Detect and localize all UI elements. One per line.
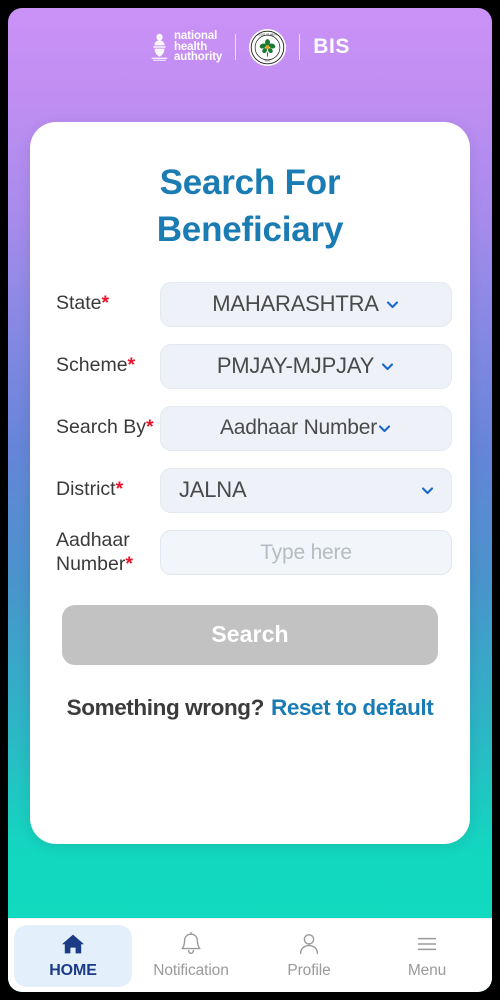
nav-label-home: HOME (49, 961, 97, 979)
reset-to-default-link[interactable]: Reset to default (271, 695, 434, 720)
chevron-down-icon (420, 483, 435, 498)
person-icon (296, 932, 322, 957)
header-divider-1 (235, 34, 237, 60)
required-asterisk: * (127, 354, 136, 377)
bis-label: BIS (313, 35, 351, 58)
search-button[interactable]: Search (62, 604, 438, 665)
ashoka-emblem-icon (150, 32, 169, 62)
beneficiary-search-form: State* MAHARASHTRA Scheme* PMJAY-MJPJAY (30, 281, 470, 577)
nha-wordmark: national health authority (173, 29, 223, 64)
field-row-district: District* JALNA (56, 467, 452, 513)
chevron-down-icon (385, 297, 400, 312)
state-select-value: MAHARASHTRA (212, 291, 379, 317)
nav-label-notification: Notification (153, 961, 229, 979)
bell-icon (178, 932, 204, 957)
district-select[interactable]: JALNA (160, 467, 452, 513)
nav-label-profile: Profile (287, 961, 331, 979)
required-asterisk: * (101, 292, 110, 315)
search-by-select-value: Aadhaar Number (219, 416, 378, 440)
label-state: State* (56, 292, 110, 315)
svg-text:GOVT OF INDIA: GOVT OF INDIA (259, 33, 278, 36)
field-row-state: State* MAHARASHTRA (56, 281, 452, 327)
label-aadhaar-number: Aadhaar Number* (56, 529, 133, 575)
nha-line-3: authority (173, 51, 223, 64)
chevron-down-icon (380, 359, 395, 374)
bottom-navigation-bar: HOME Notification Profile Menu (8, 918, 492, 992)
app-header: national health authority GOVT OF INDIA … (8, 8, 492, 86)
scheme-select-value: PMJAY-MJPJAY (216, 353, 375, 379)
search-by-select[interactable]: Aadhaar Number (160, 405, 452, 451)
reset-row: Something wrong? Reset to default (30, 695, 470, 721)
nav-item-notification[interactable]: Notification (132, 925, 250, 987)
required-asterisk: * (145, 416, 154, 439)
field-row-search-by: Search By* Aadhaar Number (56, 405, 452, 451)
hamburger-menu-icon (414, 932, 440, 957)
state-select[interactable]: MAHARASHTRA (160, 281, 452, 327)
nav-item-home[interactable]: HOME (14, 924, 132, 987)
national-health-authority-logo: national health authority (150, 29, 223, 64)
app-background: national health authority GOVT OF INDIA … (8, 8, 492, 992)
aadhaar-number-input[interactable]: Type here (160, 530, 452, 576)
required-asterisk: * (125, 552, 133, 575)
home-icon (60, 932, 86, 957)
required-asterisk: * (115, 478, 124, 501)
district-select-value: JALNA (179, 477, 247, 503)
reset-question-text: Something wrong? (66, 694, 265, 720)
chevron-down-icon (377, 421, 392, 436)
search-card: Search For Beneficiary State* MAHARASHTR… (30, 122, 470, 844)
nha-line-1: national (173, 29, 218, 42)
label-district: District* (56, 478, 124, 501)
label-scheme: Scheme* (56, 354, 136, 377)
nav-item-menu[interactable]: Menu (368, 925, 486, 987)
label-search-by: Search By* (56, 416, 154, 439)
nav-item-profile[interactable]: Profile (250, 925, 368, 987)
page-title: Search For Beneficiary (156, 163, 344, 249)
aadhaar-number-placeholder: Type here (260, 540, 352, 564)
svg-text:SEAL: SEAL (265, 59, 272, 62)
government-seal-icon: GOVT OF INDIA SEAL (249, 28, 287, 66)
field-row-aadhaar-number: Aadhaar Number* Type here (56, 529, 452, 577)
scheme-select[interactable]: PMJAY-MJPJAY (160, 343, 452, 389)
nav-label-menu: Menu (407, 961, 447, 979)
field-row-scheme: Scheme* PMJAY-MJPJAY (56, 343, 452, 389)
phone-frame: national health authority GOVT OF INDIA … (0, 0, 500, 1000)
header-divider-2 (299, 34, 301, 60)
